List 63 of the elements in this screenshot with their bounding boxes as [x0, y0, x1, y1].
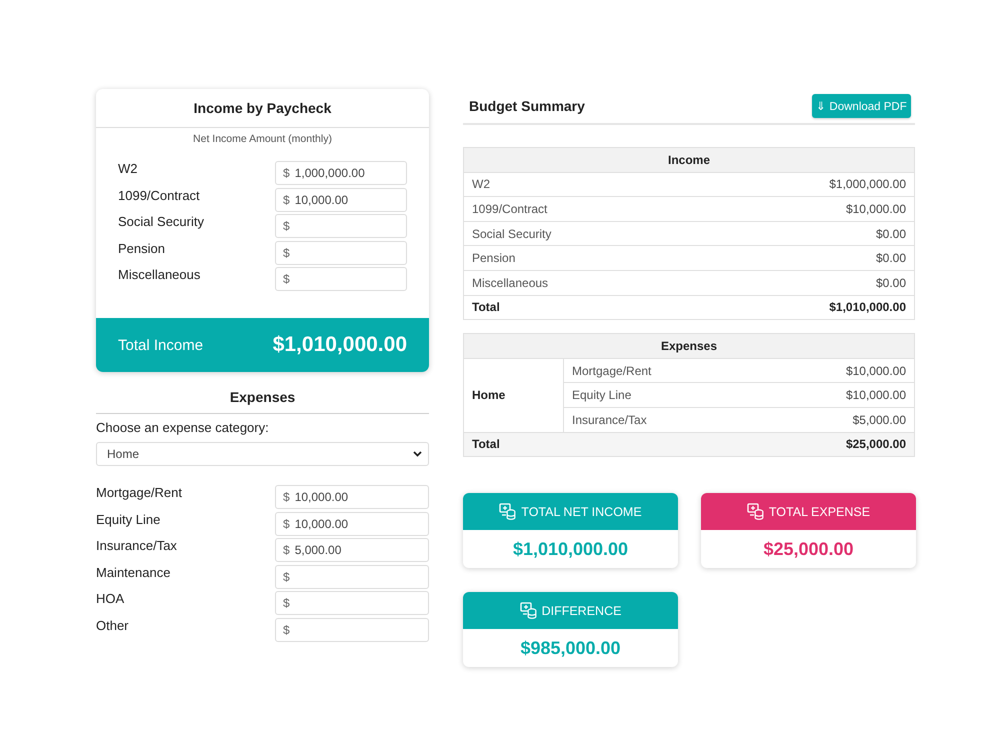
amount-field[interactable]: $ 10,000.00 [275, 188, 407, 212]
table-cell: $0.00 [692, 246, 914, 270]
table-header: Income [464, 148, 914, 172]
total-label-cell: Total [464, 295, 692, 320]
field-label: Pension [118, 240, 165, 256]
section-title: Budget Summary [469, 98, 585, 114]
amount-field[interactable]: $ 10,000.00 [275, 485, 429, 509]
field-label: Insurance/Tax [96, 538, 177, 553]
field-label: W2 [118, 161, 138, 176]
monitor-coins-icon [499, 503, 516, 520]
category-cell: Home [464, 358, 564, 432]
table-cell: $0.00 [692, 270, 914, 296]
amount-field[interactable]: $ [275, 214, 407, 238]
table-cell: $10,000.00 [758, 382, 914, 408]
amount-field[interactable]: $ [275, 591, 429, 615]
amount-field[interactable]: $ [275, 267, 407, 291]
field-label: Mortgage/Rent [96, 485, 182, 500]
table-cell: $1,000,000.00 [692, 172, 914, 197]
select-label: Choose an expense category: [96, 420, 270, 435]
amount-field[interactable]: $ 5,000.00 [275, 538, 429, 562]
table-cell: Miscellaneous [464, 270, 692, 296]
total-label-cell: Total [464, 432, 759, 457]
table-cell: $10,000.00 [758, 358, 914, 383]
stat-card-value: $25,000.00 [762, 538, 855, 561]
stat-card-value: $985,000.00 [519, 636, 622, 660]
amount-field[interactable]: $ 1,000,000.00 [275, 161, 407, 185]
section-title: Expenses [96, 389, 429, 414]
amount-field[interactable]: $ 10,000.00 [275, 512, 429, 536]
field-label: Equity Line [96, 512, 160, 526]
table-cell: Social Security [464, 221, 692, 246]
table-cell: Pension [464, 246, 692, 270]
stat-card-value: $1,010,000.00 [512, 538, 630, 561]
total-amount-cell: $25,000.00 [758, 432, 914, 457]
stat-card-title: DIFFERENCE [542, 604, 622, 618]
total-amount-cell: $1,010,000.00 [692, 295, 914, 320]
card-title: Income by Paycheck [96, 89, 429, 128]
field-label: 1099/Contract [118, 188, 200, 202]
total-value: $1,010,000.00 [272, 333, 407, 357]
field-label: Miscellaneous [118, 267, 200, 282]
table-cell: $0.00 [692, 221, 914, 246]
table-header: Expenses [464, 334, 914, 358]
field-label: Social Security [118, 214, 204, 229]
chevron-down-icon [413, 451, 422, 457]
table-cell: Insurance/Tax [564, 407, 759, 432]
amount-field[interactable]: $ [275, 240, 407, 264]
stat-card-title: TOTAL NET INCOME [521, 504, 642, 519]
field-label: Other [96, 618, 129, 632]
table-cell: $5,000.00 [758, 407, 914, 432]
card-subtitle: Net Income Amount (monthly) [192, 133, 333, 146]
field-label: HOA [96, 591, 124, 606]
stat-card-title: TOTAL EXPENSE [768, 504, 870, 519]
category-select[interactable]: Home [96, 442, 429, 466]
monitor-coins-icon [746, 503, 764, 520]
table-cell: $10,000.00 [692, 196, 914, 222]
table-cell: 1099/Contract [464, 196, 692, 222]
amount-field[interactable]: $ [275, 618, 429, 642]
table-cell: Mortgage/Rent [564, 358, 759, 383]
table-cell: Equity Line [564, 382, 759, 408]
total-label: Total Income [118, 336, 204, 354]
amount-field[interactable]: $ [275, 564, 429, 588]
field-label: Maintenance [96, 564, 170, 580]
monitor-coins-icon [520, 602, 537, 620]
table-cell: W2 [464, 172, 692, 197]
